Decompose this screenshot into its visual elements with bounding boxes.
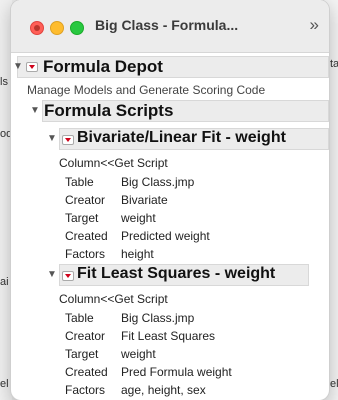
row-value: height — [121, 247, 154, 261]
row-label: Factors — [65, 247, 106, 261]
minimize-window-button[interactable] — [50, 21, 64, 35]
row-value: Predicted weight — [121, 229, 210, 243]
depot-subtitle: Manage Models and Generate Scoring Code — [27, 83, 266, 97]
background-text: el — [330, 378, 338, 390]
background-text: el — [0, 378, 9, 390]
script-line: Column<<Get Script — [59, 292, 168, 306]
background-text: ta — [330, 58, 338, 70]
close-window-button[interactable] — [30, 21, 44, 35]
outline-title-formula-scripts: Formula Scripts — [44, 101, 174, 120]
close-icon — [34, 25, 40, 31]
toolbar-overflow-icon[interactable]: » — [310, 15, 319, 35]
zoom-window-button[interactable] — [70, 21, 84, 35]
report-content: ▼ Formula Depot Manage Models and Genera… — [11, 52, 329, 400]
row-label: Target — [65, 211, 99, 225]
model-title: Fit Least Squares - weight — [77, 265, 276, 282]
row-label: Table — [65, 175, 94, 189]
row-value: age, height, sex — [121, 383, 206, 397]
row-value: Big Class.jmp — [121, 175, 195, 189]
row-value: Pred Formula weight — [121, 365, 232, 379]
title-bar[interactable]: Big Class - Formula... » — [11, 0, 329, 53]
row-value: Fit Least Squares — [121, 329, 216, 343]
row-label: Factors — [65, 383, 106, 397]
row-value: weight — [121, 347, 156, 361]
row-label: Created — [65, 229, 108, 243]
row-label: Target — [65, 347, 99, 361]
row-label: Created — [65, 365, 108, 379]
disclosure-triangle-icon[interactable]: ▼ — [13, 61, 23, 72]
row-label: Table — [65, 311, 94, 325]
row-value: weight — [121, 211, 156, 225]
disclosure-triangle-icon[interactable]: ▼ — [47, 269, 57, 280]
script-line: Column<<Get Script — [59, 156, 168, 170]
row-label: Creator — [65, 329, 106, 343]
red-triangle-menu-icon[interactable] — [62, 135, 74, 145]
row-label: Creator — [65, 193, 106, 207]
row-value: Big Class.jmp — [121, 311, 195, 325]
model-title: Bivariate/Linear Fit - weight — [77, 129, 286, 146]
background-text: ls — [0, 76, 8, 88]
disclosure-triangle-icon[interactable]: ▼ — [47, 133, 57, 144]
disclosure-triangle-icon[interactable]: ▼ — [30, 105, 40, 116]
row-value: Bivariate — [121, 193, 168, 207]
red-triangle-menu-icon[interactable] — [62, 271, 74, 281]
window-title: Big Class - Formula... — [95, 17, 239, 33]
formula-depot-window: Big Class - Formula... » ▼ Formula Depot… — [11, 0, 329, 400]
red-triangle-menu-icon[interactable] — [26, 62, 38, 72]
outline-title-formula-depot: Formula Depot — [43, 57, 163, 76]
background-text: ai — [0, 276, 9, 288]
